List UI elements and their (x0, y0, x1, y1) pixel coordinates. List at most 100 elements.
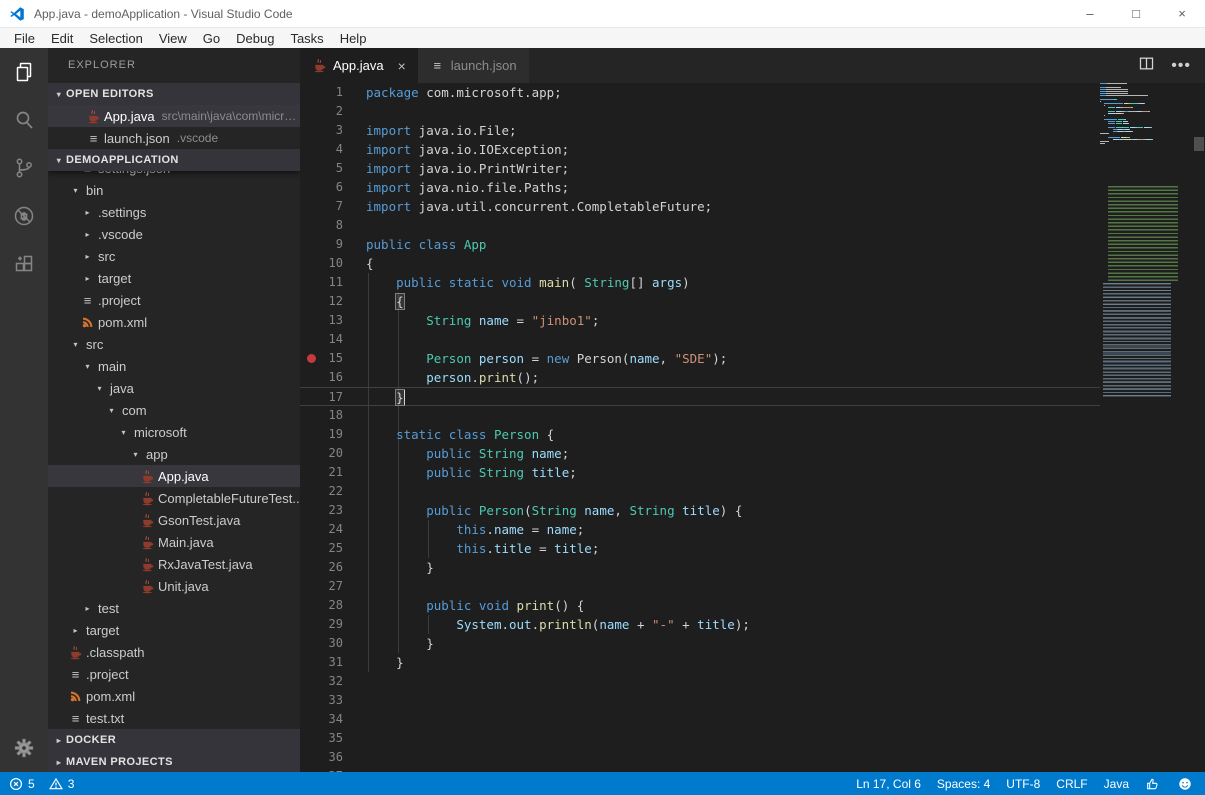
code-line-18[interactable]: 18 (300, 406, 1100, 425)
code-line-12[interactable]: 12 { (300, 292, 1100, 311)
line-number[interactable]: 24 (300, 520, 343, 539)
code-line-35[interactable]: 35 (300, 729, 1100, 748)
tree-item-pom-xml[interactable]: pom.xml (48, 685, 300, 707)
line-number[interactable]: 18 (300, 406, 343, 425)
line-number[interactable]: 6 (300, 178, 343, 197)
code-line-19[interactable]: 19 static class Person { (300, 425, 1100, 444)
problems-status[interactable]: 5 3 (0, 777, 74, 791)
code-line-27[interactable]: 27 (300, 577, 1100, 596)
line-number[interactable]: 15 (300, 349, 343, 368)
code-line-13[interactable]: 13 String name = "jinbo1"; (300, 311, 1100, 330)
project-section-header[interactable]: ▾ DEMOAPPLICATION (48, 149, 300, 171)
line-number[interactable]: 11 (300, 273, 343, 292)
tree-item-app-java[interactable]: App.java (48, 465, 300, 487)
open-editor-launch-json[interactable]: ≡launch.json.vscode (48, 127, 300, 149)
code-line-1[interactable]: 1package com.microsoft.app; (300, 83, 1100, 102)
code-line-28[interactable]: 28 public void print() { (300, 596, 1100, 615)
tree-item-test[interactable]: ▸test (48, 597, 300, 619)
tree-item-settings[interactable]: ▸.settings (48, 201, 300, 223)
line-number[interactable]: 31 (300, 653, 343, 672)
code-line-6[interactable]: 6import java.nio.file.Paths; (300, 178, 1100, 197)
maximize-button[interactable]: □ (1113, 0, 1159, 27)
tree-item-com[interactable]: ▾com (48, 399, 300, 421)
line-number[interactable]: 30 (300, 634, 343, 653)
tree-item-unit-java[interactable]: Unit.java (48, 575, 300, 597)
tree-item-main[interactable]: ▾main (48, 355, 300, 377)
tree-item-gsontest-java[interactable]: GsonTest.java (48, 509, 300, 531)
settings-gear-icon[interactable] (0, 724, 48, 772)
code-line-30[interactable]: 30 } (300, 634, 1100, 653)
tree-item-completablefuturetest[interactable]: CompletableFutureTest.... (48, 487, 300, 509)
code-line-4[interactable]: 4import java.io.IOException; (300, 140, 1100, 159)
line-number[interactable]: 26 (300, 558, 343, 577)
code-line-14[interactable]: 14 (300, 330, 1100, 349)
code-line-25[interactable]: 25 this.title = title; (300, 539, 1100, 558)
line-number[interactable]: 16 (300, 368, 343, 387)
cursor-position[interactable]: Ln 17, Col 6 (856, 777, 921, 791)
line-number[interactable]: 4 (300, 140, 343, 159)
tree-item-java[interactable]: ▾java (48, 377, 300, 399)
extensions-icon[interactable] (0, 240, 48, 288)
tree-item-src[interactable]: ▸src (48, 245, 300, 267)
tree-item-test-txt[interactable]: ≡test.txt (48, 707, 300, 729)
menu-file[interactable]: File (6, 28, 43, 48)
language-mode[interactable]: Java (1104, 777, 1129, 791)
line-number[interactable]: 9 (300, 235, 343, 254)
tree-item-bin[interactable]: ▾bin (48, 179, 300, 201)
eol-sequence[interactable]: CRLF (1056, 777, 1087, 791)
code-line-10[interactable]: 10{ (300, 254, 1100, 273)
code-line-23[interactable]: 23 public Person(String name, String tit… (300, 501, 1100, 520)
line-number[interactable]: 22 (300, 482, 343, 501)
tree-item-main-java[interactable]: Main.java (48, 531, 300, 553)
debug-icon[interactable] (0, 192, 48, 240)
line-number[interactable]: 27 (300, 577, 343, 596)
line-number[interactable]: 34 (300, 710, 343, 729)
code-line-8[interactable]: 8 (300, 216, 1100, 235)
open-editors-header[interactable]: ▾ OPEN EDITORS (48, 83, 300, 105)
close-button[interactable]: × (1159, 0, 1205, 27)
line-number[interactable]: 1 (300, 83, 343, 102)
tab-app-java[interactable]: App.java× (300, 48, 418, 83)
menu-help[interactable]: Help (332, 28, 375, 48)
code-line-5[interactable]: 5import java.io.PrintWriter; (300, 159, 1100, 178)
line-number[interactable]: 5 (300, 159, 343, 178)
feedback-thumb-icon[interactable] (1145, 776, 1161, 792)
line-number[interactable]: 10 (300, 254, 343, 273)
docker-section-header[interactable]: ▸ DOCKER (48, 729, 300, 751)
menu-selection[interactable]: Selection (81, 28, 150, 48)
line-number[interactable]: 12 (300, 292, 343, 311)
open-editor-app-java[interactable]: App.javasrc\main\java\com\micro... (48, 105, 300, 127)
more-actions-icon[interactable]: ••• (1171, 57, 1191, 75)
code-line-32[interactable]: 32 (300, 672, 1100, 691)
code-line-3[interactable]: 3import java.io.File; (300, 121, 1100, 140)
tree-item-target[interactable]: ▸target (48, 619, 300, 641)
code-line-17[interactable]: 17 } (300, 387, 1100, 406)
line-number[interactable]: 20 (300, 444, 343, 463)
line-number[interactable]: 7 (300, 197, 343, 216)
code-line-7[interactable]: 7import java.util.concurrent.Completable… (300, 197, 1100, 216)
encoding[interactable]: UTF-8 (1006, 777, 1040, 791)
code-line-26[interactable]: 26 } (300, 558, 1100, 577)
tree-item-project[interactable]: ≡.project (48, 663, 300, 685)
code-line-11[interactable]: 11 public static void main( String[] arg… (300, 273, 1100, 292)
code-line-15[interactable]: 15 Person person = new Person(name, "SDE… (300, 349, 1100, 368)
line-number[interactable]: 13 (300, 311, 343, 330)
line-number[interactable]: 14 (300, 330, 343, 349)
tree-item-vscode[interactable]: ▸.vscode (48, 223, 300, 245)
code-line-9[interactable]: 9public class App (300, 235, 1100, 254)
code-line-2[interactable]: 2 (300, 102, 1100, 121)
code-line-16[interactable]: 16 person.print(); (300, 368, 1100, 387)
tree-item-rxjavatest-java[interactable]: RxJavaTest.java (48, 553, 300, 575)
code-line-33[interactable]: 33 (300, 691, 1100, 710)
code-editor[interactable]: 1package com.microsoft.app;23import java… (300, 83, 1205, 772)
split-editor-icon[interactable] (1138, 55, 1155, 77)
code-line-21[interactable]: 21 public String title; (300, 463, 1100, 482)
tree-item-app[interactable]: ▾app (48, 443, 300, 465)
line-number[interactable]: 8 (300, 216, 343, 235)
explorer-icon[interactable] (0, 48, 48, 96)
code-line-22[interactable]: 22 (300, 482, 1100, 501)
vertical-scrollbar[interactable] (1193, 83, 1205, 772)
menu-debug[interactable]: Debug (228, 28, 282, 48)
code-line-31[interactable]: 31 } (300, 653, 1100, 672)
tree-item-pom-xml[interactable]: pom.xml (48, 311, 300, 333)
